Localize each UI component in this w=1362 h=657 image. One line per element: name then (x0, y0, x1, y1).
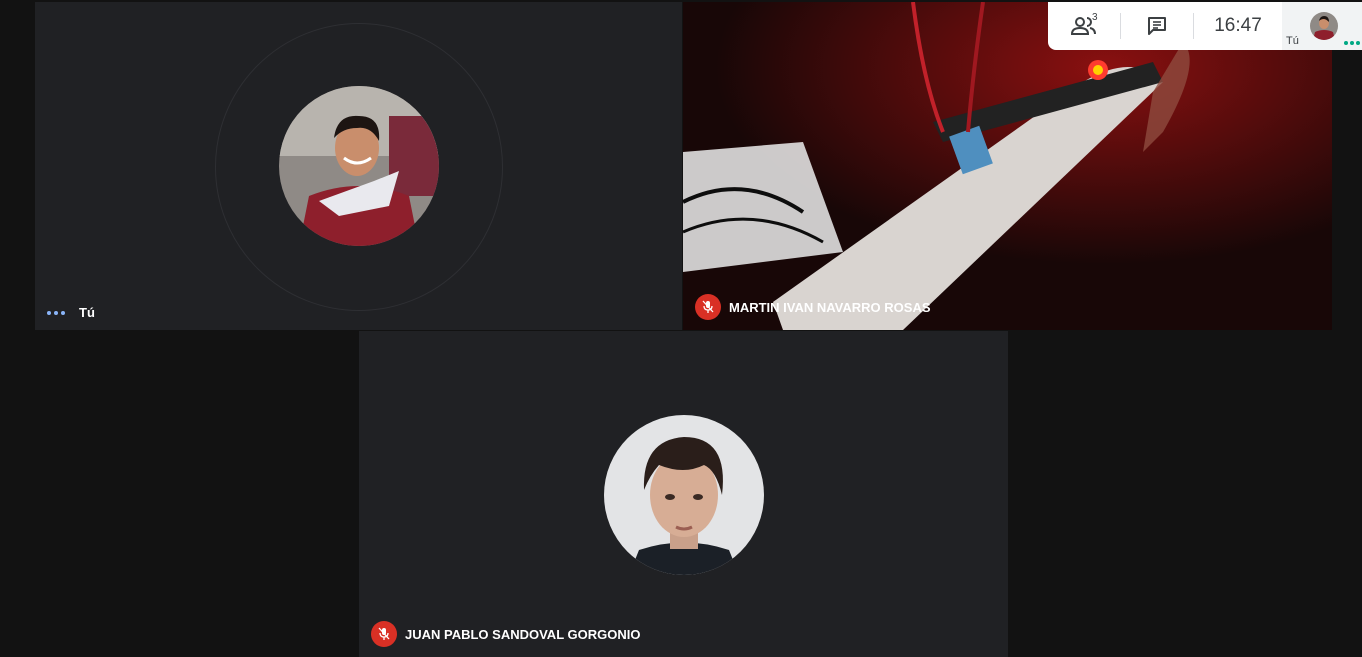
self-thumbnail-avatar (1310, 12, 1338, 40)
juan-name: JUAN PABLO SANDOVAL GORGONIO (405, 626, 641, 642)
svg-text:ZEKO: ZEKO (329, 196, 356, 207)
juan-name-label: JUAN PABLO SANDOVAL GORGONIO (371, 621, 640, 647)
mic-off-icon (695, 294, 721, 320)
people-button[interactable]: 3 (1048, 2, 1120, 50)
meeting-clock: 16:47 (1214, 15, 1262, 36)
self-name-label: Tú (47, 305, 95, 320)
speaking-indicator-icon (1344, 41, 1360, 45)
self-name: Tú (79, 305, 95, 320)
juan-video-tile[interactable]: JUAN PABLO SANDOVAL GORGONIO (359, 331, 1008, 657)
mic-off-icon (371, 621, 397, 647)
self-avatar: ZEKO (279, 86, 439, 246)
martin-name-label: MARTIN IVAN NAVARRO ROSAS (695, 294, 931, 320)
chat-button[interactable] (1121, 2, 1193, 50)
martin-name: MARTIN IVAN NAVARRO ROSAS (729, 299, 931, 315)
chat-icon (1148, 17, 1166, 35)
self-thumbnail-label: Tú (1286, 35, 1299, 47)
self-video-tile[interactable]: ZEKO Tú (35, 2, 682, 330)
self-thumbnail[interactable]: Tú (1282, 2, 1362, 50)
people-count: 3 (1092, 12, 1098, 23)
meeting-top-panel: 3 16:47 Tú (1048, 2, 1362, 50)
martin-video-tile[interactable]: MARTIN IVAN NAVARRO ROSAS (683, 2, 1332, 330)
juan-avatar (604, 415, 764, 575)
speaking-indicator-icon (47, 310, 65, 315)
martin-camera-feed (683, 2, 1332, 330)
